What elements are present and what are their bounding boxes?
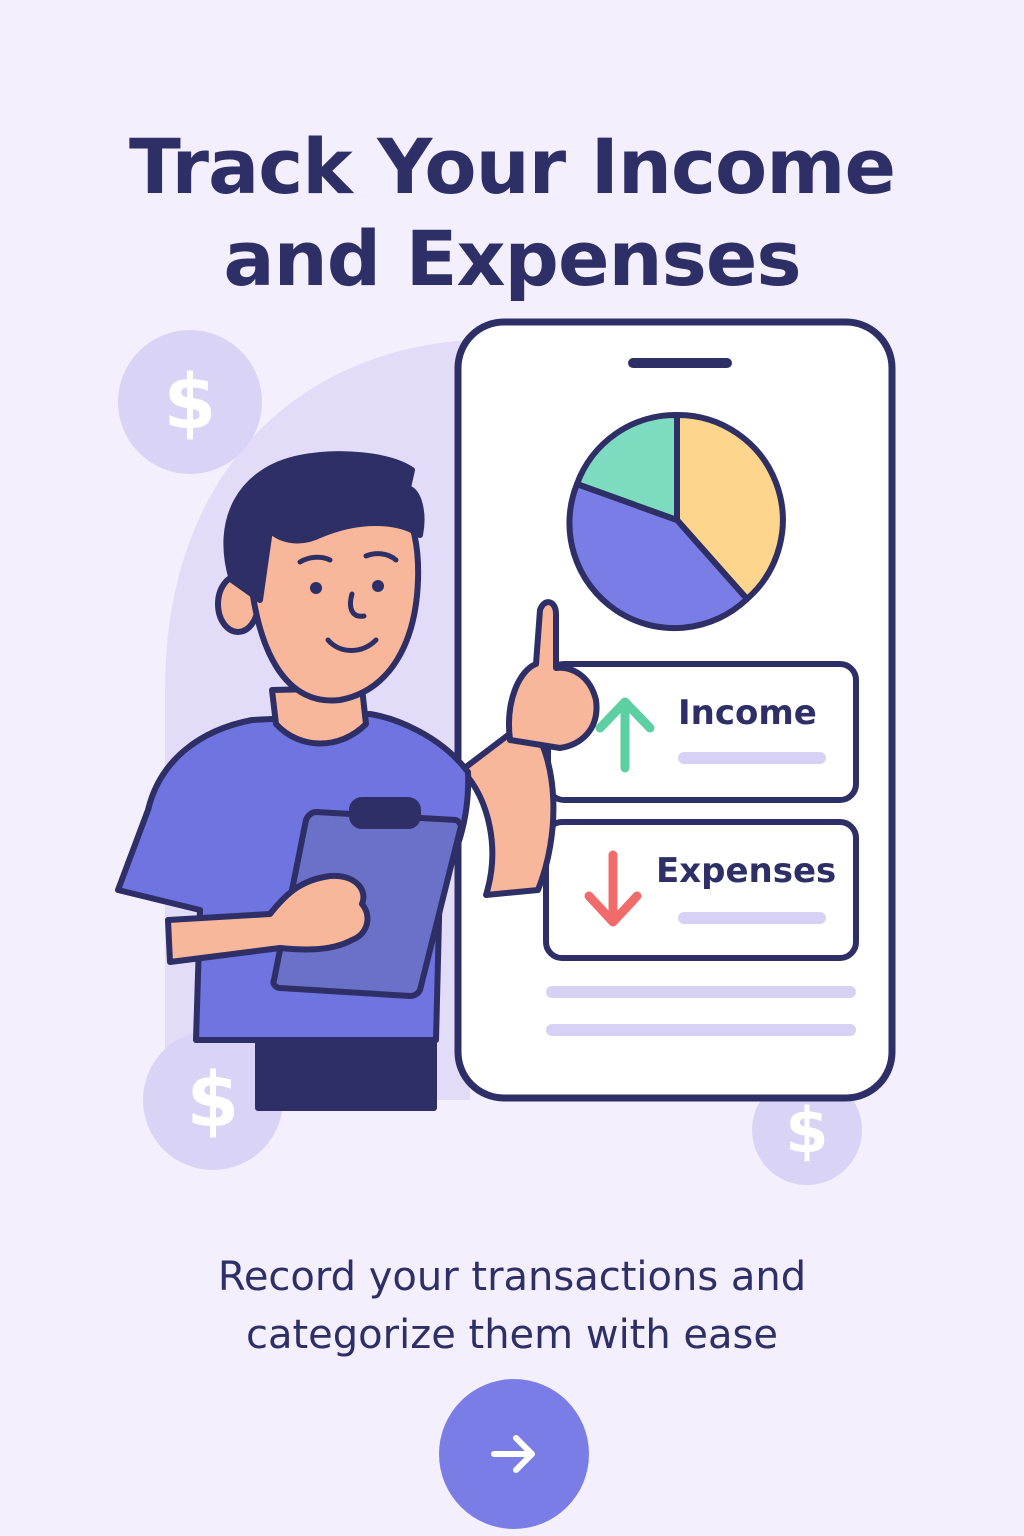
- income-label: Income: [678, 693, 817, 733]
- svg-text:$: $: [164, 357, 217, 446]
- subtitle-line-2: categorize them with ease: [245, 1312, 778, 1358]
- svg-text:$: $: [785, 1094, 828, 1167]
- income-card: Income: [545, 661, 859, 803]
- person-pants: [255, 1037, 437, 1111]
- pie-chart: [566, 411, 786, 632]
- svg-text:$: $: [187, 1055, 240, 1144]
- next-button[interactable]: [439, 1379, 589, 1529]
- expenses-label: Expenses: [656, 851, 836, 891]
- expenses-amount-placeholder: [678, 912, 826, 924]
- dollar-icon: $: [118, 330, 262, 474]
- page-subtitle: Record your transactions and categorize …: [0, 1248, 1024, 1364]
- phone-speaker: [628, 358, 732, 368]
- subtitle-line-1: Record your transactions and: [217, 1254, 807, 1300]
- list-line: [546, 1024, 856, 1036]
- list-line: [546, 986, 856, 998]
- expenses-card: Expenses: [543, 819, 859, 961]
- arrow-right-icon: [491, 1435, 535, 1473]
- income-amount-placeholder: [678, 752, 826, 764]
